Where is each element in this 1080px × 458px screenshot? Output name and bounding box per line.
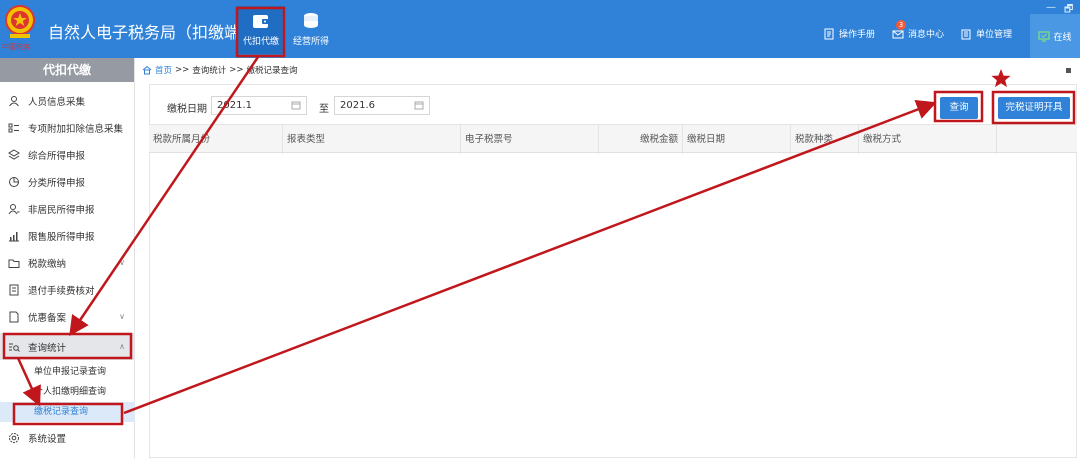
- sidebar-item-restricted-shares[interactable]: 限售股所得申报: [0, 222, 135, 249]
- tab-jingying[interactable]: 经营所得: [287, 6, 335, 54]
- sidebar-item-classified[interactable]: 分类所得申报: [0, 168, 135, 195]
- layers-icon: [8, 148, 20, 160]
- manual-icon: [824, 28, 834, 39]
- breadcrumb-level1[interactable]: 查询统计: [192, 64, 226, 76]
- tab-label: 代扣代缴: [242, 37, 279, 47]
- calendar-icon[interactable]: [414, 100, 424, 110]
- sidebar-item-label: 人员信息采集: [28, 96, 86, 108]
- sidebar-item-label: 查询统计: [28, 342, 67, 354]
- home-icon: [142, 65, 152, 75]
- manual-label: 操作手册: [839, 30, 876, 40]
- app-title: 自然人电子税务局（扣缴端）: [48, 23, 257, 42]
- sidebar-item-refund-fee[interactable]: 退付手续费核对: [0, 276, 135, 303]
- panel-toggle-icon[interactable]: [1066, 68, 1071, 73]
- manual-link[interactable]: 操作手册: [823, 27, 875, 40]
- sidebar-subitem-personal-detail[interactable]: 个人扣缴明细查询: [0, 382, 135, 402]
- sidebar-title: 代扣代缴: [0, 58, 134, 82]
- column-header-payment-method: 缴税方式: [859, 125, 997, 154]
- building-icon: [961, 29, 971, 39]
- date-range-to-label: 至: [319, 104, 329, 115]
- payment-date-label: 缴税日期: [167, 104, 207, 115]
- wallet-icon: [253, 15, 269, 28]
- column-header-tax-month: 税款所属月份: [149, 125, 283, 154]
- chevron-down-icon: ∨: [119, 312, 125, 321]
- sidebar-item-label: 限售股所得申报: [28, 231, 95, 243]
- calendar-icon[interactable]: [291, 100, 301, 110]
- sidebar-item-preferential-filing[interactable]: 优惠备案 ∨: [0, 303, 135, 330]
- online-status[interactable]: 在线: [1030, 14, 1080, 58]
- sidebar-item-label: 分类所得申报: [28, 177, 86, 189]
- sidebar-item-query-stats[interactable]: 查询统计 ∧: [0, 333, 135, 360]
- sidebar-item-label: 税款缴纳: [28, 258, 67, 270]
- search-list-icon: [9, 343, 20, 352]
- sidebar-item-tax-payment[interactable]: 税款缴纳 ∨: [0, 249, 135, 276]
- coins-icon: [304, 13, 318, 28]
- sidebar-item-nonresident[interactable]: 非居民所得申报: [0, 195, 135, 222]
- column-header-tax-category: 税款种类: [791, 125, 859, 154]
- list-icon: [8, 123, 19, 132]
- pie-icon: [9, 176, 19, 187]
- breadcrumb-separator: >>: [175, 65, 190, 75]
- document-icon: [9, 311, 19, 322]
- end-date-value: 2021.6: [340, 100, 375, 111]
- end-date-input[interactable]: 2021.6: [334, 96, 430, 115]
- message-center-label: 消息中心: [908, 30, 945, 40]
- breadcrumb-separator: >>: [229, 65, 244, 75]
- sidebar-item-label: 非居民所得申报: [28, 204, 95, 216]
- start-date-input[interactable]: 2021.1: [211, 96, 307, 115]
- online-label: 在线: [1053, 32, 1072, 43]
- sidebar-item-comprehensive[interactable]: 综合所得申报: [0, 141, 135, 168]
- sidebar-item-personnel[interactable]: 人员信息采集: [0, 87, 135, 114]
- sidebar-item-label: 退付手续费核对: [28, 285, 95, 297]
- unit-management-label: 单位管理: [976, 30, 1013, 40]
- tab-daikou[interactable]: 代扣代缴: [237, 6, 285, 54]
- sidebar-subitem-tax-payment-record[interactable]: 缴税记录查询: [0, 402, 135, 422]
- sidebar-subitem-unit-declaration[interactable]: 单位申报记录查询: [0, 362, 135, 382]
- sidebar-item-label: 专项附加扣除信息采集: [28, 123, 124, 135]
- chevron-down-icon: ∨: [119, 258, 125, 267]
- unit-management-link[interactable]: 单位管理: [960, 27, 1012, 40]
- tab-label: 经营所得: [292, 37, 329, 47]
- tax-certificate-button[interactable]: 完税证明开具: [998, 97, 1070, 119]
- column-header-tax-date: 缴税日期: [683, 125, 791, 154]
- column-header-tax-amount: 缴税金额: [599, 125, 683, 154]
- user-globe-icon: [8, 203, 20, 214]
- table-header: 税款所属月份 报表类型 电子税票号 缴税金额 缴税日期 税款种类 缴税方式: [149, 124, 1077, 154]
- app-header: 中国税务 自然人电子税务局（扣缴端） 代扣代缴 经营所得 操作手册 消息中心 3…: [0, 0, 1080, 58]
- tax-emblem-icon: [5, 5, 35, 38]
- monitor-icon: [1038, 31, 1051, 42]
- column-header-e-ticket-no: 电子税票号: [461, 125, 599, 154]
- sidebar-item-label: 系统设置: [28, 433, 67, 445]
- query-button[interactable]: 查询: [940, 97, 978, 119]
- message-count-badge: 3: [896, 20, 906, 30]
- start-date-value: 2021.1: [217, 100, 252, 111]
- minimize-button[interactable]: —: [1046, 2, 1056, 13]
- breadcrumb-home[interactable]: 首页: [155, 64, 172, 76]
- gear-icon: [9, 432, 19, 443]
- column-header-report-type: 报表类型: [283, 125, 461, 154]
- breadcrumb-level2: 缴税记录查询: [246, 66, 298, 76]
- breadcrumb: 首页 >> 查询统计 >> 缴税记录查询: [142, 64, 298, 76]
- bar-chart-icon: [9, 231, 19, 241]
- folder-icon: [8, 259, 20, 268]
- chevron-up-icon: ∧: [119, 342, 125, 351]
- sidebar-item-label: 优惠备案: [28, 312, 67, 324]
- person-icon: [9, 95, 19, 106]
- sidebar-item-system-settings[interactable]: 系统设置: [0, 424, 135, 451]
- emblem-text: 中国税务: [2, 43, 30, 51]
- sidebar-item-special-deduction[interactable]: 专项附加扣除信息采集: [0, 114, 135, 141]
- restore-button[interactable]: 🗗: [1064, 2, 1073, 19]
- sidebar-item-label: 综合所得申报: [28, 150, 86, 162]
- receipt-icon: [9, 284, 19, 295]
